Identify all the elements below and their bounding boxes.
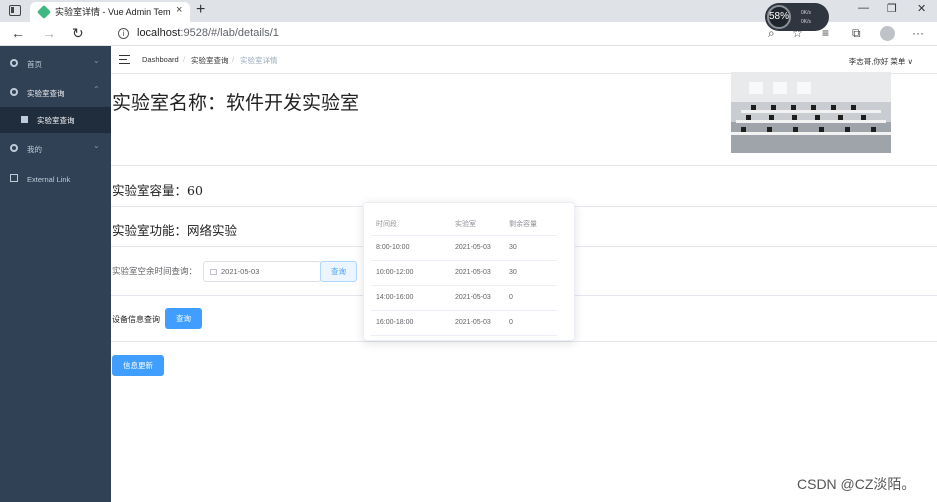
sidebar: 首页 ⌄ 实验室查询 ⌃ 实验室查询 我的 ⌄ External Link bbox=[0, 46, 111, 502]
chevron-up-icon: ⌃ bbox=[93, 85, 100, 94]
collections-icon[interactable]: ⧉ bbox=[852, 26, 861, 41]
sidebar-subitem-lab-query[interactable]: 实验室查询 bbox=[0, 107, 111, 133]
sidebar-item-external-link[interactable]: External Link bbox=[0, 166, 111, 194]
browser-tab[interactable]: 实验室详情 - Vue Admin Template × bbox=[30, 2, 190, 22]
cell-remaining: 0 bbox=[509, 294, 513, 301]
window-menu-icon[interactable] bbox=[9, 5, 21, 16]
top-navbar: Dashboard / 实验室查询 / 实验室详情 李志哥,你好 菜单 ∨ bbox=[111, 46, 937, 74]
chevron-down-icon: ⌄ bbox=[93, 56, 100, 65]
table-row: 8:00-10:00 2021-05-03 30 bbox=[371, 236, 557, 261]
tab-title: 实验室详情 - Vue Admin Template bbox=[55, 7, 170, 17]
cell-remaining: 30 bbox=[509, 244, 517, 251]
lab-icon bbox=[10, 88, 18, 96]
sidebar-item-home[interactable]: 首页 ⌄ bbox=[0, 50, 111, 78]
schedule-table: 时间段 实验室 剩余容量 8:00-10:00 2021-05-03 30 10… bbox=[371, 211, 557, 336]
url-host: localhost bbox=[137, 27, 181, 39]
sidebar-item-lab-query[interactable]: 实验室查询 ⌃ bbox=[0, 79, 111, 107]
sidebar-item-mine[interactable]: 我的 ⌄ bbox=[0, 135, 111, 163]
lab-photo bbox=[731, 72, 891, 153]
breadcrumb-separator: / bbox=[232, 55, 235, 64]
header-remaining: 剩余容量 bbox=[509, 221, 537, 228]
equipment-query-label: 设备信息查询 bbox=[112, 315, 160, 324]
maximize-button[interactable]: ❐ bbox=[887, 2, 897, 15]
date-value: 2021-05-03 bbox=[221, 267, 260, 276]
sidebar-item-label: 我的 bbox=[27, 145, 42, 154]
cpu-usage: 58% bbox=[767, 5, 791, 29]
table-row: 10:00-12:00 2021-05-03 30 bbox=[371, 261, 557, 286]
table-icon bbox=[21, 116, 28, 123]
cell-remaining: 30 bbox=[509, 269, 517, 276]
page-title: 实验室名称：软件开发实验室 bbox=[112, 92, 360, 114]
header-time-slot: 时间段 bbox=[376, 221, 397, 228]
url-path: :9528/#/lab/details/1 bbox=[180, 27, 279, 39]
cell-date: 2021-05-03 bbox=[455, 294, 491, 301]
user-icon bbox=[10, 144, 18, 152]
date-picker-input[interactable]: 2021-05-03 bbox=[203, 261, 321, 282]
breadcrumb-separator: / bbox=[183, 55, 186, 64]
profile-avatar[interactable] bbox=[880, 26, 895, 41]
free-time-query-button[interactable]: 查询 bbox=[320, 261, 357, 282]
chevron-down-icon: ⌄ bbox=[93, 141, 100, 150]
url-field[interactable]: localhost:9528/#/lab/details/1 bbox=[137, 27, 279, 39]
cell-time-slot: 10:00-12:00 bbox=[376, 269, 414, 276]
home-icon bbox=[10, 59, 18, 67]
back-button[interactable]: ← bbox=[11, 25, 25, 41]
cell-date: 2021-05-03 bbox=[455, 269, 491, 276]
update-info-button[interactable]: 信息更新 bbox=[112, 355, 164, 376]
site-info-icon[interactable]: i bbox=[118, 28, 129, 39]
sidebar-item-label: 首页 bbox=[27, 60, 42, 69]
lab-function: 实验室功能：网络实验 bbox=[112, 223, 238, 238]
hamburger-menu-icon[interactable] bbox=[119, 55, 130, 64]
upload-speed: 0K/s bbox=[801, 10, 812, 16]
cell-time-slot: 16:00-18:00 bbox=[376, 319, 414, 326]
table-header-row: 时间段 实验室 剩余容量 bbox=[371, 211, 557, 236]
sidebar-item-label: External Link bbox=[27, 175, 71, 184]
table-row: 14:00-16:00 2021-05-03 0 bbox=[371, 286, 557, 311]
vue-favicon-icon bbox=[36, 4, 52, 20]
breadcrumb-dashboard[interactable]: Dashboard bbox=[142, 55, 179, 64]
cell-date: 2021-05-03 bbox=[455, 244, 491, 251]
divider bbox=[111, 165, 937, 166]
sidebar-subitem-label: 实验室查询 bbox=[37, 116, 75, 125]
download-speed: 0K/s bbox=[801, 19, 812, 25]
cell-date: 2021-05-03 bbox=[455, 319, 491, 326]
user-dropdown[interactable]: 李志哥,你好 菜单 ∨ bbox=[849, 56, 913, 67]
csdn-watermark: CSDN @CZ淡陌。 bbox=[797, 476, 916, 492]
reload-button[interactable]: ↻ bbox=[72, 25, 84, 42]
close-window-button[interactable]: ✕ bbox=[917, 2, 926, 15]
new-tab-button[interactable]: + bbox=[196, 0, 205, 20]
sidebar-item-label: 实验室查询 bbox=[27, 89, 65, 98]
breadcrumb-lab-query[interactable]: 实验室查询 bbox=[191, 55, 229, 66]
cell-time-slot: 8:00-10:00 bbox=[376, 244, 410, 251]
external-link-icon bbox=[10, 174, 18, 182]
cell-time-slot: 14:00-16:00 bbox=[376, 294, 414, 301]
forward-button[interactable]: → bbox=[42, 25, 56, 41]
lab-capacity: 实验室容量：60 bbox=[112, 183, 203, 198]
performance-widget: 58% 0K/s 0K/s bbox=[765, 3, 829, 31]
tab-close-icon[interactable]: × bbox=[176, 4, 182, 16]
divider bbox=[111, 341, 937, 342]
table-row: 16:00-18:00 2021-05-03 0 bbox=[371, 311, 557, 336]
calendar-icon bbox=[210, 269, 217, 275]
cell-remaining: 0 bbox=[509, 319, 513, 326]
equipment-query-button[interactable]: 查询 bbox=[165, 308, 202, 329]
minimize-button[interactable]: — bbox=[858, 2, 869, 14]
free-time-label: 实验室空余时间查询： bbox=[112, 267, 198, 277]
header-lab: 实验室 bbox=[455, 221, 476, 228]
schedule-popover: 时间段 实验室 剩余容量 8:00-10:00 2021-05-03 30 10… bbox=[363, 202, 575, 341]
more-menu-button[interactable]: ··· bbox=[912, 26, 924, 40]
breadcrumb-current: 实验室详情 bbox=[240, 56, 278, 65]
